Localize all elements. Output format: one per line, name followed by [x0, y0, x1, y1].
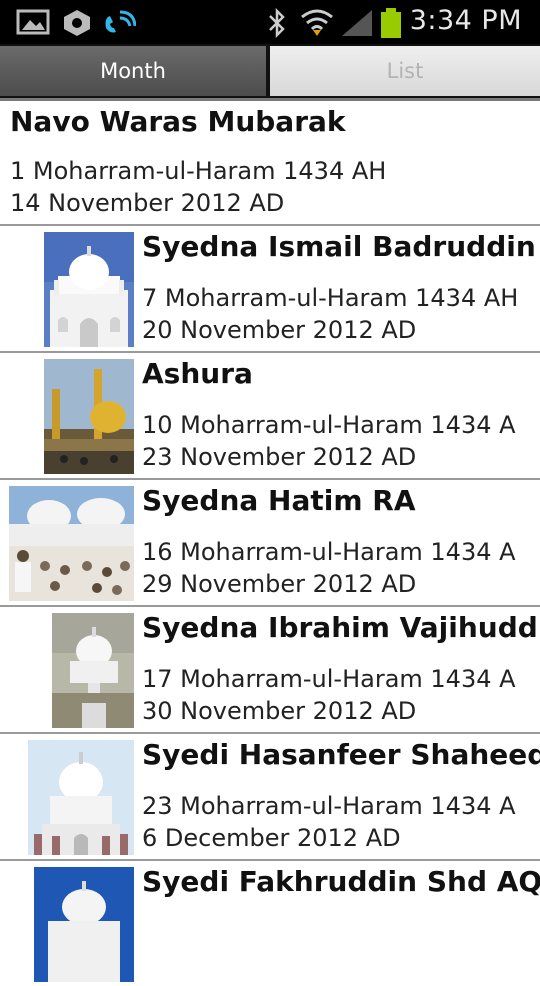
event-hijri-date: 17 Moharram-ul-Haram 1434 A — [142, 665, 516, 693]
list-item[interactable]: Syedna Ibrahim Vajihuddin 17 Moharram-ul… — [0, 607, 540, 734]
list-item[interactable]: Syedna Hatim RA 16 Moharram-ul-Haram 143… — [0, 480, 540, 607]
clock: 3:34 PM — [409, 5, 522, 36]
tab-month[interactable]: Month — [0, 46, 266, 96]
event-thumbnail — [28, 740, 134, 855]
signal-icon — [342, 10, 372, 36]
event-gregorian-date: 30 November 2012 AD — [142, 697, 417, 725]
status-bar: 3:34 PM — [0, 0, 540, 44]
event-gregorian-date: 29 November 2012 AD — [142, 570, 417, 598]
list-item[interactable]: Navo Waras Mubarak 1 Moharram-ul-Haram 1… — [0, 101, 540, 226]
event-title: Navo Waras Mubarak — [10, 105, 346, 138]
tab-list[interactable]: List — [270, 46, 540, 96]
wifi-call-icon — [105, 10, 136, 33]
event-gregorian-date: 6 December 2012 AD — [142, 824, 401, 852]
event-thumbnail — [9, 486, 134, 601]
event-title: Syedna Ibrahim Vajihuddin — [142, 611, 540, 644]
event-hijri-date: 7 Moharram-ul-Haram 1434 AH — [142, 284, 519, 312]
event-thumbnail — [44, 232, 134, 347]
event-gregorian-date: 23 November 2012 AD — [142, 443, 417, 471]
bluetooth-icon — [269, 8, 285, 38]
event-title: Ashura — [142, 357, 253, 390]
event-hijri-date: 23 Moharram-ul-Haram 1434 A — [142, 792, 516, 820]
event-hijri-date: 16 Moharram-ul-Haram 1434 A — [142, 538, 516, 566]
gallery-icon — [16, 9, 50, 35]
list-item[interactable]: Ashura 10 Moharram-ul-Haram 1434 A 23 No… — [0, 353, 540, 480]
event-title: Syedna Ismail Badruddin RA — [142, 230, 540, 263]
wifi-icon — [301, 9, 333, 36]
event-title: Syedna Hatim RA — [142, 484, 416, 517]
event-thumbnail — [52, 613, 134, 728]
list-item[interactable]: Syedi Fakhruddin Shd AQ — [0, 861, 540, 986]
list-item[interactable]: Syedi Hasanfeer Shaheed A 23 Moharram-ul… — [0, 734, 540, 861]
list-item[interactable]: Syedna Ismail Badruddin RA 7 Moharram-ul… — [0, 226, 540, 353]
event-thumbnail — [44, 359, 134, 474]
shield-icon — [64, 10, 90, 36]
event-gregorian-date: 20 November 2012 AD — [142, 316, 417, 344]
event-title: Syedi Fakhruddin Shd AQ — [142, 865, 540, 898]
event-title: Syedi Hasanfeer Shaheed A — [142, 738, 540, 771]
battery-icon — [381, 8, 401, 38]
tab-bar: Month List — [0, 44, 540, 101]
event-hijri-date: 1 Moharram-ul-Haram 1434 AH — [10, 157, 387, 185]
event-list: Navo Waras Mubarak 1 Moharram-ul-Haram 1… — [0, 101, 540, 986]
event-gregorian-date: 14 November 2012 AD — [10, 189, 285, 217]
event-hijri-date: 10 Moharram-ul-Haram 1434 A — [142, 411, 516, 439]
event-thumbnail — [34, 867, 134, 982]
